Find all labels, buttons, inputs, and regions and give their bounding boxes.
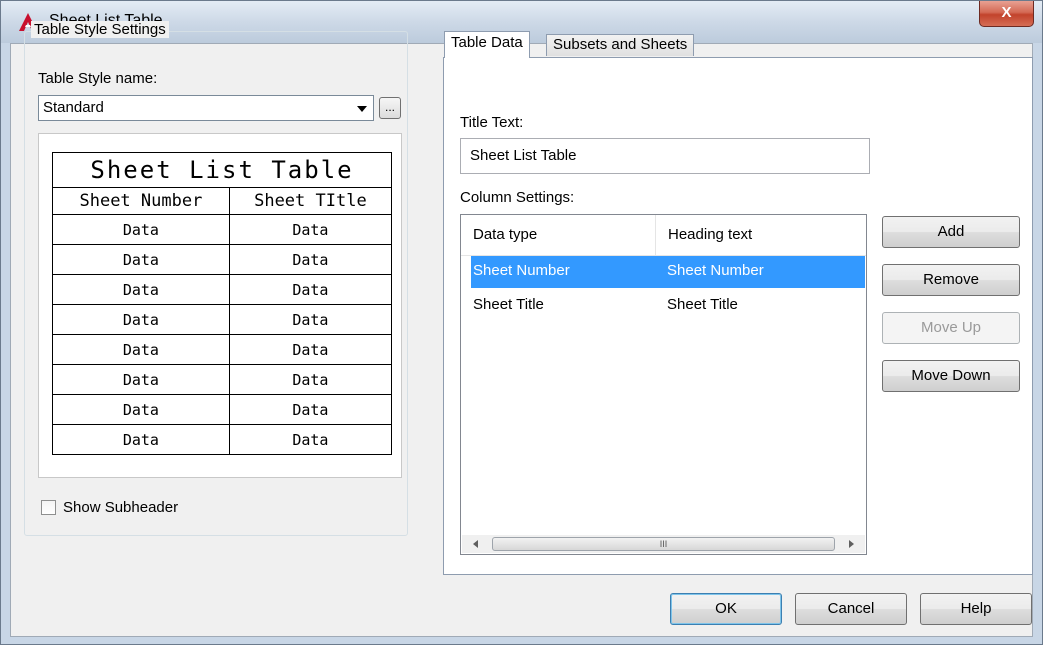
horizontal-scrollbar[interactable]: III (462, 535, 865, 553)
preview-data-cell: Data (52, 334, 230, 365)
preview-row: Data Data (52, 274, 393, 305)
preview-data-cell: Data (52, 244, 230, 275)
list-header: Data type Heading text (461, 215, 866, 256)
tab-subsets-and-sheets[interactable]: Subsets and Sheets (546, 34, 695, 56)
title-text-input[interactable]: Sheet List Table (460, 138, 870, 174)
show-subheader-checkbox[interactable] (41, 500, 56, 515)
show-subheader-label: Show Subheader (63, 499, 179, 516)
preview-row: Data Data (52, 424, 393, 455)
move-up-button[interactable]: Move Up (882, 312, 1020, 344)
preview-data-cell: Data (228, 334, 393, 365)
table-style-select[interactable]: Standard (38, 95, 374, 121)
preview-row: Data Data (52, 364, 393, 395)
preview-data-cell: Data (52, 214, 230, 245)
browse-style-button[interactable]: ... (379, 97, 401, 119)
table-style-name-label: Table Style name: (38, 70, 158, 87)
preview-data-cell: Data (228, 424, 393, 455)
scroll-left-icon[interactable] (473, 540, 478, 548)
preview-row: Data Data (52, 334, 393, 365)
table-style-value: Standard (43, 99, 104, 116)
chevron-down-icon (357, 106, 367, 112)
cancel-button[interactable]: Cancel (795, 593, 907, 625)
table-preview: Sheet List Table Sheet Number Sheet TItle D… (38, 133, 402, 478)
list-row-sheet-number[interactable]: Sheet Number Sheet Number (471, 256, 865, 288)
column-settings-list[interactable]: Data type Heading text Sheet Number Shee… (460, 214, 867, 555)
scroll-right-icon[interactable] (849, 540, 854, 548)
preview-data-cell: Data (52, 304, 230, 335)
group-title: Table Style Settings (31, 21, 169, 38)
preview-row: Data Data (52, 244, 393, 275)
preview-table-title: Sheet List Table (52, 152, 392, 188)
close-button[interactable]: X (979, 1, 1034, 27)
row-data-type: Sheet Number (473, 262, 570, 279)
row-data-type: Sheet Title (473, 296, 544, 313)
preview-data-cell: Data (228, 214, 393, 245)
list-row-sheet-title[interactable]: Sheet Title Sheet Title (471, 290, 865, 322)
preview-header-cell: Sheet TItle (228, 187, 393, 215)
help-button[interactable]: Help (920, 593, 1032, 625)
column-settings-label: Column Settings: (460, 189, 575, 206)
move-down-button[interactable]: Move Down (882, 360, 1020, 392)
preview-data-cell: Data (228, 394, 393, 425)
column-header-data-type[interactable]: Data type (461, 215, 656, 255)
preview-table: Sheet List Table Sheet Number Sheet TItle D… (52, 152, 393, 455)
column-header-heading-text[interactable]: Heading text (656, 215, 866, 255)
preview-data-cell: Data (52, 364, 230, 395)
remove-button[interactable]: Remove (882, 264, 1020, 296)
preview-row: Data Data (52, 214, 393, 245)
add-button[interactable]: Add (882, 216, 1020, 248)
title-text-label: Title Text: (460, 114, 524, 131)
preview-data-cell: Data (52, 394, 230, 425)
preview-data-cell: Data (228, 364, 393, 395)
preview-data-cell: Data (228, 274, 393, 305)
preview-data-cell: Data (228, 304, 393, 335)
preview-data-cell: Data (52, 424, 230, 455)
ok-button[interactable]: OK (670, 593, 782, 625)
preview-row: Data Data (52, 304, 393, 335)
preview-header-cell: Sheet Number (52, 187, 230, 215)
tab-table-data[interactable]: Table Data (444, 31, 530, 58)
row-heading-text: Sheet Number (667, 262, 764, 279)
preview-data-cell: Data (228, 244, 393, 275)
row-heading-text: Sheet Title (667, 296, 738, 313)
scroll-thumb[interactable]: III (492, 537, 835, 551)
preview-data-cell: Data (52, 274, 230, 305)
preview-row: Data Data (52, 394, 393, 425)
